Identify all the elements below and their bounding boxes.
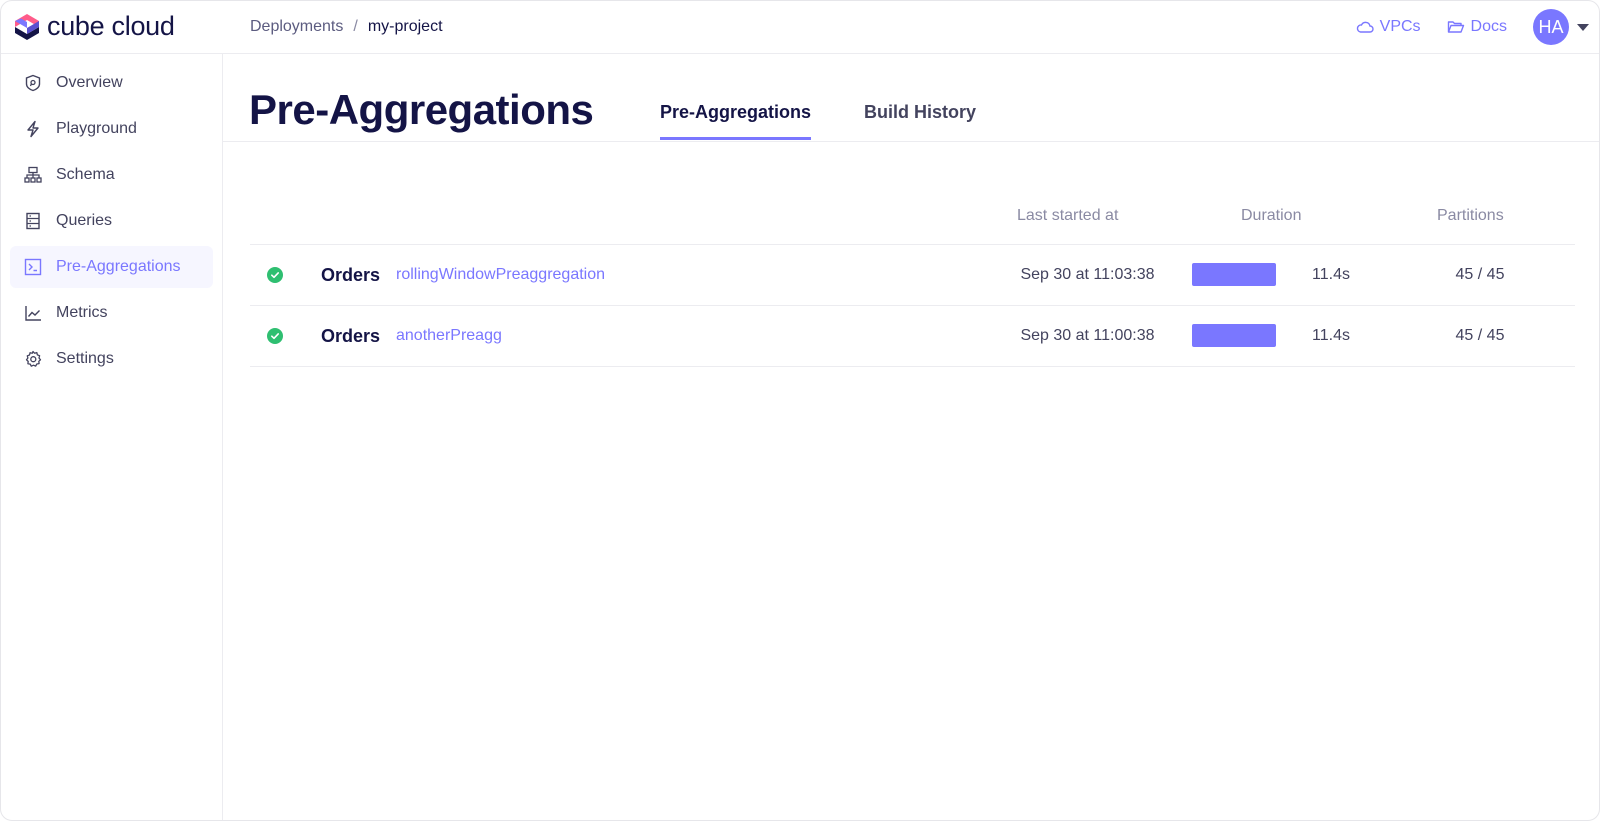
cloud-icon — [1356, 21, 1374, 33]
sidebar-item-label: Overview — [56, 74, 123, 91]
chart-line-icon — [25, 306, 41, 321]
sidebar-item-label: Queries — [56, 212, 113, 229]
success-check-icon — [267, 328, 283, 344]
gear-icon — [25, 350, 42, 367]
vpcs-label: VPCs — [1379, 18, 1421, 35]
duration-bar — [1192, 263, 1276, 286]
last-started-at: Sep 30 at 11:03:38 — [1020, 266, 1155, 283]
duration-bar — [1192, 324, 1276, 347]
duration-bar-fill — [1192, 324, 1276, 347]
database-icon — [26, 212, 40, 230]
logo[interactable]: cube cloud — [13, 11, 175, 42]
vpcs-link[interactable]: VPCs — [1356, 18, 1421, 36]
sidebar-item-schema[interactable]: Schema — [10, 154, 213, 196]
sidebar-item-settings[interactable]: Settings — [10, 338, 213, 380]
partitions-value: 45 / 45 — [1455, 266, 1505, 283]
sidebar-item-label: Metrics — [56, 304, 108, 321]
app-window: cube cloud Deployments / my-project VPCs… — [0, 0, 1600, 821]
partitions-value: 45 / 45 — [1455, 327, 1505, 344]
breadcrumb-current[interactable]: my-project — [368, 18, 443, 36]
column-header-duration: Duration — [1241, 207, 1302, 224]
pre-aggregation-name[interactable]: rollingWindowPreaggregation — [396, 266, 605, 284]
page-header: Pre-Aggregations Pre-Aggregations Build … — [223, 54, 1599, 142]
terminal-icon — [24, 258, 42, 276]
breadcrumb-deployments[interactable]: Deployments — [250, 18, 343, 36]
sidebar-item-queries[interactable]: Queries — [10, 200, 213, 242]
sidebar-item-pre-aggregations[interactable]: Pre-Aggregations — [10, 246, 213, 288]
tab-pre-aggregations[interactable]: Pre-Aggregations — [660, 102, 812, 140]
shield-icon — [25, 74, 41, 92]
cube-name: Orders — [321, 265, 381, 285]
duration-bar-fill — [1192, 263, 1276, 286]
user-menu-caret-icon[interactable] — [1577, 23, 1589, 31]
header-actions: VPCs Docs HA — [1356, 9, 1589, 45]
sidebar-item-playground[interactable]: Playground — [10, 108, 213, 150]
success-check-icon — [267, 267, 283, 283]
docs-link[interactable]: Docs — [1447, 18, 1507, 36]
breadcrumb: Deployments / my-project — [250, 18, 443, 36]
sidebar-item-label: Schema — [56, 166, 115, 183]
sidebar-item-label: Settings — [56, 350, 114, 367]
sidebar-item-metrics[interactable]: Metrics — [10, 292, 213, 334]
duration-value: 11.4s — [1312, 266, 1350, 283]
sidebar-item-label: Playground — [56, 120, 137, 137]
breadcrumb-separator: / — [353, 18, 358, 35]
top-header: cube cloud Deployments / my-project VPCs… — [1, 1, 1599, 54]
user-avatar[interactable]: HA — [1533, 9, 1569, 45]
page-title: Pre-Aggregations — [249, 86, 594, 133]
docs-label: Docs — [1470, 18, 1507, 35]
sidebar: Overview Playground Schema Queries Pre-A… — [1, 54, 223, 820]
column-header-last-started: Last started at — [1017, 207, 1119, 224]
cube-logo-icon — [15, 13, 39, 40]
tab-build-history[interactable]: Build History — [864, 102, 976, 140]
pre-aggregation-name[interactable]: anotherPreagg — [396, 327, 502, 345]
sitemap-icon — [24, 166, 42, 183]
table-row[interactable]: Orders anotherPreagg Sep 30 at 11:00:38 … — [250, 305, 1575, 367]
folder-open-icon — [1447, 21, 1464, 33]
sidebar-item-label: Pre-Aggregations — [56, 258, 181, 275]
sidebar-item-overview[interactable]: Overview — [10, 62, 213, 104]
table-row[interactable]: Orders rollingWindowPreaggregation Sep 3… — [250, 244, 1575, 305]
duration-value: 11.4s — [1312, 327, 1350, 344]
column-header-partitions: Partitions — [1437, 207, 1504, 224]
last-started-at: Sep 30 at 11:00:38 — [1020, 327, 1155, 344]
app-name: cube cloud — [47, 11, 175, 41]
cube-name: Orders — [321, 326, 381, 346]
lightning-icon — [27, 120, 39, 138]
